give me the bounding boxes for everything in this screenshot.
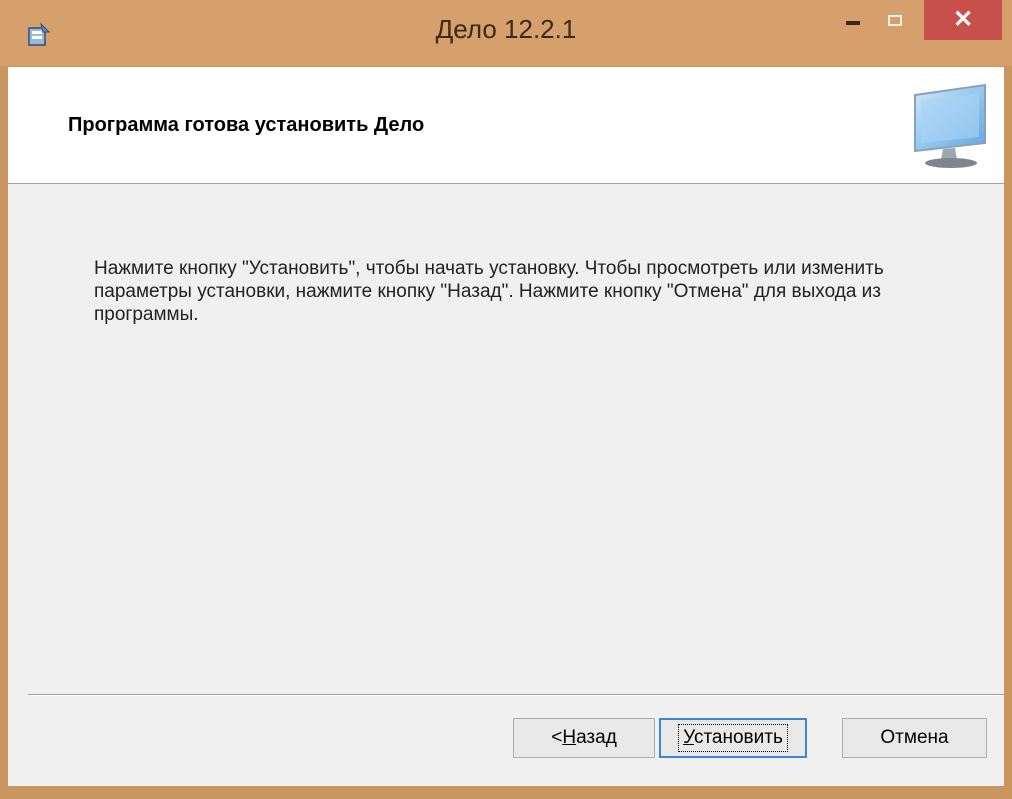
cancel-button[interactable]: Отмена [842, 718, 987, 758]
minimize-button[interactable] [832, 0, 874, 40]
maximize-button[interactable] [874, 0, 916, 40]
install-button-mnemonic: У [683, 727, 694, 748]
page-title: Программа готова установить Дело [68, 114, 425, 136]
back-button[interactable]: < Назад [513, 718, 655, 758]
install-button[interactable]: Установить [659, 718, 807, 758]
maximize-icon [888, 14, 902, 26]
dialog-client-area: Программа готова установить Дело Нажмите… [8, 67, 1004, 786]
installer-window: Дело 12.2.1 ✕ Программа готова установит… [0, 0, 1012, 799]
monitor-icon [914, 83, 986, 168]
footer-divider-highlight [28, 695, 1004, 696]
install-button-focus: Установить [678, 724, 788, 752]
minimize-icon [846, 21, 860, 25]
install-button-label: становить [693, 727, 783, 748]
dialog-header: Программа готова установить Дело [8, 67, 1004, 184]
back-button-prefix: < [551, 727, 563, 748]
close-icon: ✕ [952, 6, 974, 33]
close-button[interactable]: ✕ [924, 0, 1002, 40]
title-bar[interactable]: Дело 12.2.1 ✕ [0, 0, 1012, 66]
instruction-text: Нажмите кнопку "Установить", чтобы начат… [94, 258, 884, 325]
back-button-mnemonic: Н [562, 727, 577, 748]
back-button-label: азад [576, 727, 617, 748]
